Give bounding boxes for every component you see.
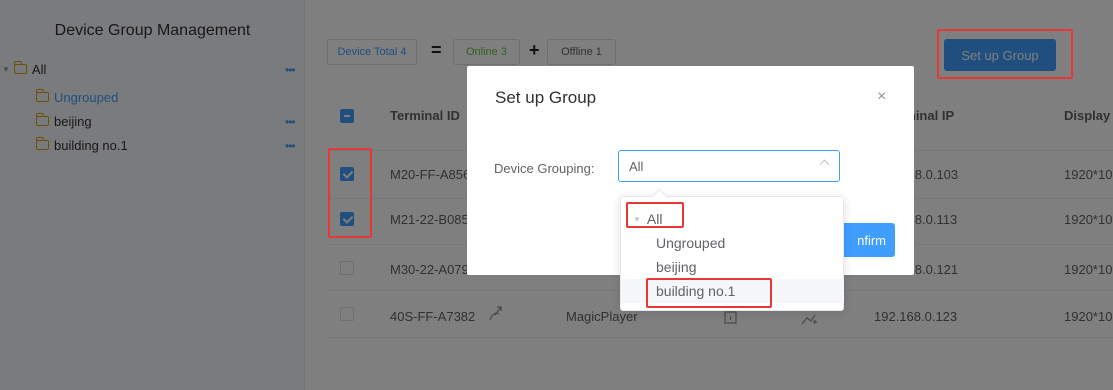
dropdown-item-beijing[interactable]: beijing [656,255,696,279]
dropdown-item-all[interactable]: ▼ All [633,207,662,231]
confirm-button-label: nfirm [857,232,886,248]
select-value: All [629,159,644,174]
device-grouping-label: Device Grouping: [494,161,595,176]
dropdown-item-label: All [646,211,663,227]
close-icon[interactable]: × [877,88,886,106]
chevron-up-icon [819,159,830,170]
dropdown-item-building-no1[interactable]: building no.1 [656,279,735,303]
dropdown-item-ungrouped[interactable]: Ungrouped [656,231,725,255]
device-grouping-select[interactable]: All [618,150,840,182]
caret-down-icon[interactable]: ▼ [633,215,641,224]
group-dropdown: ▼ All Ungrouped beijing building no.1 [620,196,844,311]
dialog-title: Set up Group [495,88,597,107]
